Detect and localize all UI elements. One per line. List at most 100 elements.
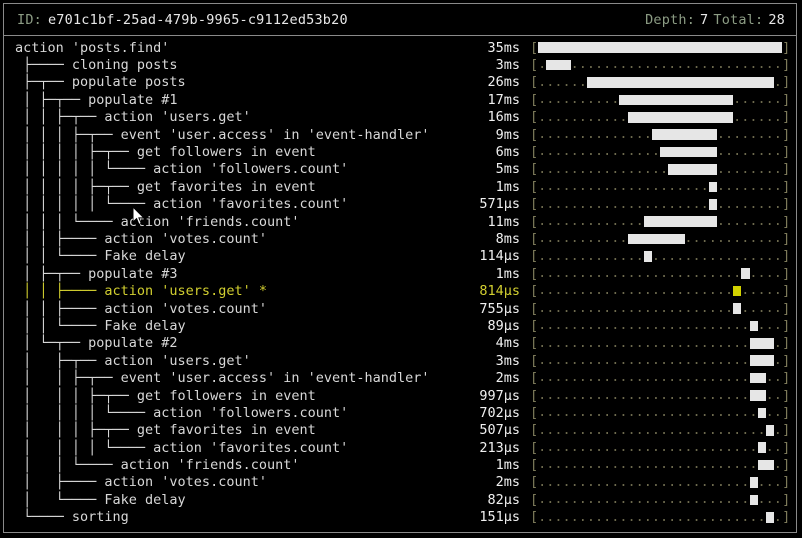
gantt-dot: . xyxy=(692,230,701,247)
gantt-dot: . xyxy=(668,386,677,403)
trace-row[interactable]: │ │ │ │ │ └──── action 'followers.count'… xyxy=(4,161,796,178)
trace-row[interactable]: │ │ └──── action 'friends.count' 1ms [....… xyxy=(4,456,796,473)
gantt-dot: . xyxy=(603,282,612,299)
depth-label: Depth: xyxy=(645,11,696,28)
gantt-dot: . xyxy=(635,299,644,316)
gantt-dot: . xyxy=(676,299,685,316)
gantt-open-bracket: [ xyxy=(530,352,539,369)
trace-row[interactable]: │ │ │ │ ├─┬── get followers in event 6ms [… xyxy=(4,143,796,160)
gantt-dot: . xyxy=(627,265,636,282)
gantt-dot: . xyxy=(716,265,726,282)
gantt-dot: . xyxy=(651,386,661,403)
trace-row[interactable]: └──── sorting 151µs [.....................… xyxy=(4,509,796,526)
trace-row[interactable]: │ │ │ │ └──── action 'followers.count' 70… xyxy=(4,404,796,421)
trace-row[interactable]: │ │ │ │ │ └──── action 'favorites.count'… xyxy=(4,196,796,213)
gantt-dot: . xyxy=(733,352,742,369)
trace-row[interactable]: │ │ │ ├─┬── event 'user.access' in 'even… xyxy=(4,126,796,143)
trace-row-gantt: [..............................] xyxy=(530,352,790,369)
gantt-dot: . xyxy=(586,456,596,473)
trace-row[interactable]: │ │ └──── Fake delay 114µs [..............… xyxy=(4,248,796,265)
gantt-dot: . xyxy=(757,160,766,177)
trace-row[interactable]: │ ├──── action 'votes.count' 2ms [........… xyxy=(4,474,796,491)
trace-row-duration: 997µs xyxy=(479,387,520,404)
gantt-dot: . xyxy=(651,369,661,386)
trace-row-duration: 82µs xyxy=(487,491,520,508)
gantt-dot: . xyxy=(635,195,644,212)
trace-row[interactable]: │ └─┬── populate #2 4ms [.................… xyxy=(4,335,796,352)
trace-row[interactable]: ├──── cloning posts 3ms [.................… xyxy=(4,56,796,73)
trace-row-duration: 2ms xyxy=(495,370,520,387)
trace-row[interactable]: action 'posts.find' 35ms [................… xyxy=(4,39,796,56)
gantt-dot: . xyxy=(684,421,693,438)
trace-row-gantt: [..............................] xyxy=(530,178,790,195)
gantt-dot: . xyxy=(586,265,596,282)
trace-row-duration: 8ms xyxy=(495,230,520,247)
trace-row-duration: 3ms xyxy=(495,352,520,369)
gantt-dot: . xyxy=(708,265,717,282)
gantt-dot: . xyxy=(676,352,685,369)
gantt-dot: . xyxy=(627,352,636,369)
gantt-dot: . xyxy=(741,212,750,229)
trace-row[interactable]: │ ├─┬── populate #3 1ms [.................… xyxy=(4,265,796,282)
trace-row[interactable]: │ │ │ └──── action 'friends.count' 11ms [.… xyxy=(4,213,796,230)
gantt-dot: . xyxy=(578,195,587,212)
trace-row[interactable]: │ │ ├──── action 'users.get' * 814µs [....… xyxy=(4,282,796,299)
gantt-dot: . xyxy=(562,160,571,177)
gantt-dot: . xyxy=(554,160,563,177)
gantt-open-bracket: [ xyxy=(530,126,539,143)
gantt-dot: . xyxy=(554,195,563,212)
gantt-dot: . xyxy=(586,91,596,108)
gantt-dot: . xyxy=(538,456,547,473)
trace-row[interactable]: │ │ └──── Fake delay 89µs [...............… xyxy=(4,317,796,334)
gantt-dot: . xyxy=(773,491,782,508)
gantt-dot: . xyxy=(611,386,620,403)
trace-row[interactable]: │ │ ├──── action 'votes.count' 755µs [....… xyxy=(4,300,796,317)
trace-row[interactable]: ├─┬── populate posts 26ms [...............… xyxy=(4,74,796,91)
gantt-dot: . xyxy=(684,334,693,351)
gantt-dot: . xyxy=(708,369,717,386)
gantt-dot: . xyxy=(603,212,612,229)
trace-row[interactable]: │ │ ├──── action 'votes.count' 8ms [......… xyxy=(4,230,796,247)
trace-row[interactable]: │ │ ├─┬── event 'user.access' in 'event-… xyxy=(4,369,796,386)
gantt-dot: . xyxy=(611,438,620,455)
trace-row[interactable]: │ ├─┬── action 'users.get' 3ms [..........… xyxy=(4,352,796,369)
gantt-dot: . xyxy=(725,143,734,160)
gantt-dot: . xyxy=(635,212,644,229)
trace-row[interactable]: │ │ │ │ ├─┬── get favorites in event 1ms [… xyxy=(4,178,796,195)
trace-row[interactable]: │ │ │ ├─┬── get followers in event 997µs [… xyxy=(4,387,796,404)
trace-row-label: │ └──── Fake delay xyxy=(15,491,186,508)
gantt-dot: . xyxy=(757,265,766,282)
trace-row[interactable]: │ │ │ │ └──── action 'favorites.count' 21… xyxy=(4,439,796,456)
gantt-dot: . xyxy=(692,508,701,525)
trace-row[interactable]: │ └──── Fake delay 82µs [.................… xyxy=(4,491,796,508)
gantt-dot: . xyxy=(676,317,685,334)
gantt-dot: . xyxy=(716,282,726,299)
gantt-dot: . xyxy=(773,178,782,195)
trace-row[interactable]: │ │ │ ├─┬── get favorites in event 507µs [… xyxy=(4,422,796,439)
gantt-dot: . xyxy=(586,230,596,247)
gantt-dot: . xyxy=(619,160,628,177)
gantt-dot: . xyxy=(725,473,734,490)
gantt-dot: . xyxy=(684,491,693,508)
trace-row[interactable]: │ │ ├─┬── action 'users.get' 16ms [.......… xyxy=(4,109,796,126)
gantt-dot: . xyxy=(749,56,758,73)
gantt-dot: . xyxy=(578,317,587,334)
gantt-dot: . xyxy=(741,352,750,369)
gantt-dot: . xyxy=(757,143,766,160)
gantt-dot: . xyxy=(757,282,766,299)
gantt-dot: . xyxy=(603,265,612,282)
gantt-dot: . xyxy=(554,334,563,351)
gantt-track: .............................. xyxy=(538,317,782,334)
gantt-dot: . xyxy=(603,508,612,525)
gantt-dot: . xyxy=(538,125,547,142)
gantt-dot: . xyxy=(765,282,774,299)
trace-row-gantt: [..............................] xyxy=(530,335,790,352)
gantt-dot: . xyxy=(554,108,563,125)
trace-row[interactable]: │ ├─┬── populate #1 17ms [................… xyxy=(4,91,796,108)
gantt-dots: .............................. xyxy=(538,474,782,491)
gantt-dot: . xyxy=(651,508,661,525)
trace-row-label: │ │ ├──── action 'users.get' * xyxy=(15,283,267,300)
trace-row-duration: 1ms xyxy=(495,457,520,474)
gantt-dot: . xyxy=(765,178,774,195)
gantt-dot: . xyxy=(562,108,571,125)
